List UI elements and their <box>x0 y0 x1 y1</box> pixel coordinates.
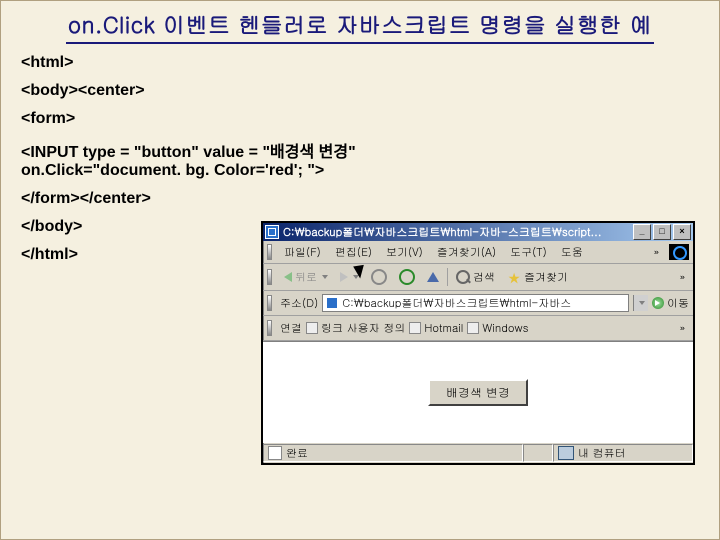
grip-icon <box>267 269 272 285</box>
link-text: Windows <box>482 321 528 336</box>
link-text: 링크 사용자 정의 <box>321 321 405 336</box>
code-line: <html> <box>21 54 699 72</box>
address-dropdown-button[interactable] <box>633 295 648 311</box>
minimize-button[interactable]: _ <box>633 224 651 240</box>
code-text: on.Click="document. bg. Color='red'; "> <box>21 162 324 179</box>
link-windows[interactable]: Windows <box>467 321 528 336</box>
stop-button[interactable] <box>367 267 391 287</box>
grip-icon <box>267 244 272 260</box>
code-line: <INPUT type = "button" value = "배경색 변경" … <box>21 138 699 180</box>
address-text: C:\backup폴더\자바스크립트\html-자바스 <box>342 296 571 311</box>
link-icon <box>467 322 479 334</box>
code-line: <form> <box>21 110 699 128</box>
search-button[interactable]: 검색 <box>452 268 499 287</box>
window-title: C:\backup폴더\자바스크립트\html-자바-스크립트\script..… <box>283 225 631 240</box>
menu-tools[interactable]: 도구(T) <box>504 245 553 260</box>
statusbar: 완료 내 컴퓨터 <box>263 442 693 463</box>
link-custom[interactable]: 링크 사용자 정의 <box>306 321 405 336</box>
dropdown-icon <box>322 275 328 279</box>
menu-edit[interactable]: 편집(E) <box>329 245 378 260</box>
code-line: </form></center> <box>21 190 699 208</box>
address-input[interactable]: C:\backup폴더\자바스크립트\html-자바스 <box>322 294 629 312</box>
refresh-icon <box>399 269 415 285</box>
star-icon: ★ <box>507 270 521 284</box>
separator <box>447 268 448 286</box>
status-text: 완료 <box>286 446 308 461</box>
refresh-button[interactable] <box>395 267 419 287</box>
stop-icon <box>371 269 387 285</box>
link-icon <box>306 322 318 334</box>
status-pane <box>523 444 553 462</box>
back-label: 뒤로 <box>295 270 317 285</box>
forward-arrow-icon <box>340 272 348 282</box>
search-icon <box>456 270 470 284</box>
menu-file[interactable]: 파일(F) <box>278 245 327 260</box>
title-wrap: on.Click 이벤트 헨들러로 자바스크립트 명령을 실행한 예 <box>1 1 719 44</box>
status-left: 완료 <box>263 444 523 462</box>
links-overflow-button[interactable]: » <box>676 321 689 335</box>
titlebar: C:\backup폴더\자바스크립트\html-자바-스크립트\script..… <box>263 223 693 241</box>
menu-help[interactable]: 도움 <box>555 245 589 260</box>
favorites-label: 즐겨찾기 <box>524 270 568 285</box>
toolbar: 뒤로 검색 ★ 즐겨찾기 » <box>263 264 693 291</box>
ie-icon <box>265 225 279 239</box>
document-icon <box>268 446 282 460</box>
code-text: <INPUT type = "button" value = "배경색 변경" <box>21 144 356 161</box>
back-arrow-icon <box>284 272 292 282</box>
computer-icon <box>558 446 574 460</box>
ie-throbber-icon <box>669 244 689 260</box>
link-icon <box>409 322 421 334</box>
link-text: Hotmail <box>424 321 463 336</box>
grip-icon <box>267 320 272 336</box>
slide: on.Click 이벤트 헨들러로 자바스크립트 명령을 실행한 예 <html… <box>0 0 720 540</box>
address-bar: 주소(D) C:\backup폴더\자바스크립트\html-자바스 이동 <box>263 291 693 316</box>
menu-overflow-button[interactable]: » <box>650 245 663 259</box>
forward-button[interactable] <box>336 270 363 284</box>
toolbar-overflow-button[interactable]: » <box>676 270 689 284</box>
link-hotmail[interactable]: Hotmail <box>409 321 463 336</box>
search-label: 검색 <box>473 270 495 285</box>
maximize-button[interactable]: □ <box>653 224 671 240</box>
page-icon <box>326 297 338 309</box>
links-bar: 연결 링크 사용자 정의 Hotmail Windows » <box>263 316 693 341</box>
zone-text: 내 컴퓨터 <box>578 446 626 461</box>
change-bgcolor-button[interactable]: 배경색 변경 <box>428 379 528 406</box>
back-button[interactable]: 뒤로 <box>280 268 332 287</box>
dropdown-icon <box>353 275 359 279</box>
status-zone: 내 컴퓨터 <box>553 444 693 462</box>
close-button[interactable]: × <box>673 224 691 240</box>
go-label: 이동 <box>667 296 689 311</box>
home-icon <box>427 272 439 282</box>
code-line: <body><center> <box>21 82 699 100</box>
menu-favorites[interactable]: 즐겨찾기(A) <box>431 245 502 260</box>
browser-window: C:\backup폴더\자바스크립트\html-자바-스크립트\script..… <box>261 221 695 465</box>
chevron-down-icon <box>639 301 645 305</box>
links-label: 연결 <box>280 321 302 336</box>
page-title: on.Click 이벤트 헨들러로 자바스크립트 명령을 실행한 예 <box>66 9 654 44</box>
favorites-button[interactable]: ★ 즐겨찾기 <box>503 268 572 287</box>
menu-view[interactable]: 보기(V) <box>380 245 429 260</box>
grip-icon <box>267 295 272 311</box>
home-button[interactable] <box>423 270 443 284</box>
menubar: 파일(F) 편집(E) 보기(V) 즐겨찾기(A) 도구(T) 도움 » <box>263 241 693 264</box>
page-content: 배경색 변경 <box>263 341 693 442</box>
go-button[interactable]: 이동 <box>652 296 689 311</box>
address-label: 주소(D) <box>280 296 318 311</box>
go-icon <box>652 297 664 309</box>
